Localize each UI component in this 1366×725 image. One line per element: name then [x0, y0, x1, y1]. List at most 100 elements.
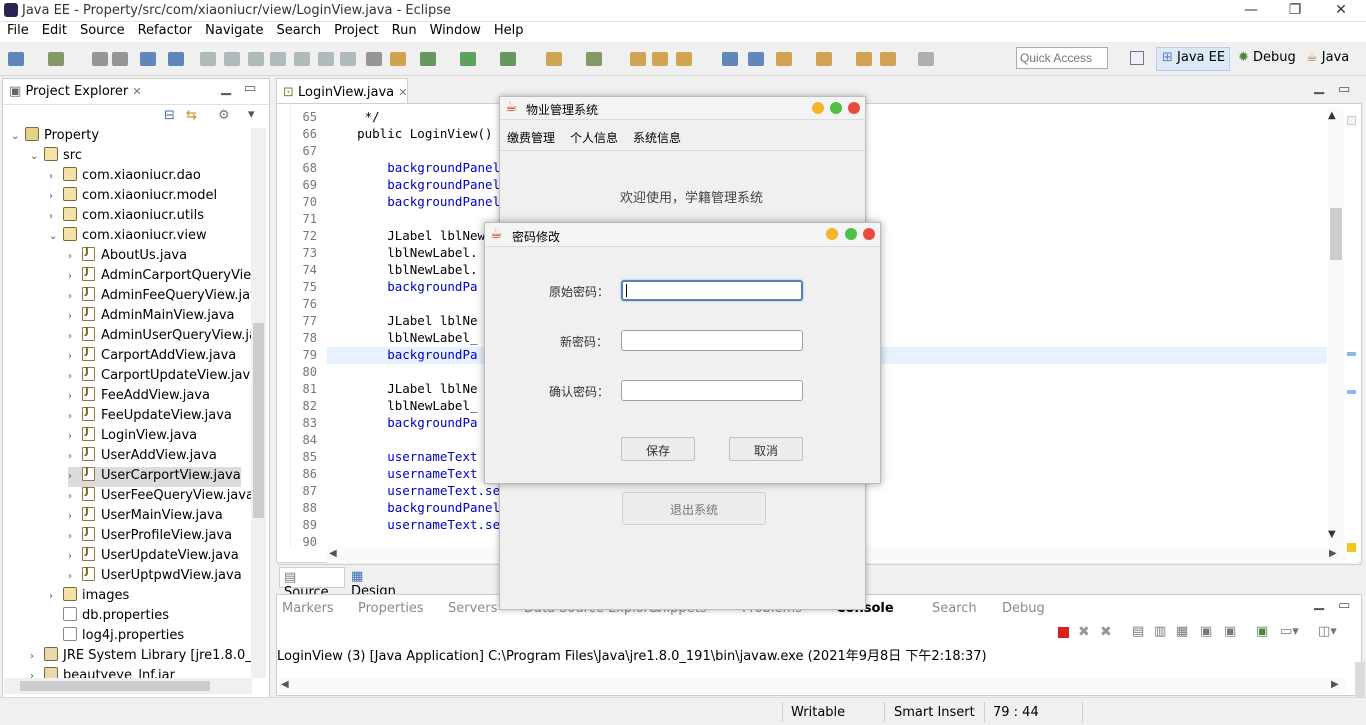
save-icon[interactable] [92, 52, 108, 66]
show-on-error-icon[interactable]: ▣ [1224, 624, 1236, 639]
search-icon[interactable] [748, 52, 764, 66]
tab-design[interactable]: ▦ Design [347, 567, 413, 599]
perspective-java[interactable]: ☕ Java [1306, 50, 1349, 65]
editor-maximize-icon[interactable]: ▭ [1338, 82, 1350, 97]
chevron-right-icon[interactable]: › [49, 591, 63, 602]
tree-item[interactable]: › UserFeeQueryView.java [68, 486, 252, 507]
show-on-output-icon[interactable]: ▣ [1200, 624, 1212, 639]
dialog-maximize-icon[interactable] [845, 228, 857, 240]
run-icon[interactable] [460, 52, 476, 66]
pin-console-icon[interactable]: ▣ [1256, 624, 1268, 639]
minimize-icon[interactable]: — [1241, 2, 1261, 18]
close-icon[interactable]: ✕ [1331, 2, 1351, 18]
menu-navigate[interactable]: Navigate [198, 22, 269, 38]
next-annotation-icon[interactable] [776, 52, 792, 66]
tree-item[interactable]: ⌄ com.xiaoniucr.view [49, 227, 207, 247]
coverage-icon[interactable] [500, 52, 516, 66]
tree-item[interactable]: log4j.properties [49, 627, 184, 647]
tree-item[interactable]: › AdminMainView.java [68, 306, 235, 327]
drop-frame-icon[interactable] [340, 52, 356, 66]
new-password-field[interactable] [621, 330, 803, 351]
app-minimize-icon[interactable] [812, 102, 824, 114]
console-horizontal-scrollbar[interactable]: ◀ ▶ [277, 678, 1347, 694]
tab-project-explorer[interactable]: ▣ Project Explorer ✕ [9, 84, 142, 99]
collapse-all-icon[interactable]: ⊟ [164, 108, 175, 123]
suspend-icon[interactable] [224, 52, 240, 66]
chevron-right-icon[interactable]: › [68, 571, 82, 582]
step-return-icon[interactable] [318, 52, 334, 66]
console-vertical-scrollbar[interactable] [1355, 662, 1365, 698]
remove-launch-icon[interactable]: ✖ [1078, 624, 1090, 640]
save-button[interactable]: 保存 [621, 437, 695, 461]
chevron-right-icon[interactable]: › [68, 491, 82, 502]
chevron-right-icon[interactable]: › [68, 311, 82, 322]
chevron-right-icon[interactable]: › [68, 451, 82, 462]
chevron-right-icon[interactable]: › [68, 251, 82, 262]
menu-refactor[interactable]: Refactor [131, 22, 199, 38]
view-menu-icon[interactable]: ▾ [248, 107, 255, 122]
tree-item[interactable]: ⌄ Property [11, 127, 99, 147]
app-maximize-icon[interactable] [830, 102, 842, 114]
menu-file[interactable]: File [0, 22, 35, 38]
menu-window[interactable]: Window [423, 22, 487, 38]
chevron-right-icon[interactable]: › [68, 411, 82, 422]
menu-source[interactable]: Source [73, 22, 131, 38]
tab-servers[interactable]: Servers [448, 601, 497, 616]
web-browser-icon[interactable] [722, 52, 738, 66]
original-password-field[interactable] [621, 280, 803, 301]
tree-item[interactable]: › UserUptpwdView.java [68, 566, 242, 587]
cancel-button[interactable]: 取消 [729, 437, 803, 461]
open-type-icon[interactable] [676, 52, 692, 66]
tree-item[interactable]: › com.xiaoniucr.utils [49, 207, 204, 227]
chevron-right-icon[interactable]: › [68, 391, 82, 402]
chevron-right-icon[interactable]: › [30, 651, 44, 662]
tree-item[interactable]: › UserMainView.java [68, 506, 223, 527]
menu-personal-info[interactable]: 个人信息 [570, 129, 618, 146]
toggle-mark-icon[interactable] [366, 52, 382, 66]
new-java-project-icon[interactable] [586, 52, 602, 66]
chevron-right-icon[interactable]: › [68, 471, 82, 482]
tab-debug[interactable]: Debug [1002, 601, 1045, 616]
chevron-right-icon[interactable]: › [49, 171, 63, 182]
menu-help[interactable]: Help [487, 22, 530, 38]
filters-icon[interactable]: ⚙ [218, 108, 230, 123]
tab-search[interactable]: Search [932, 601, 977, 616]
open-perspective-icon[interactable] [1130, 51, 1144, 65]
tree-item[interactable]: › LoginView.java [68, 426, 197, 447]
tree-item[interactable]: › AdminCarportQueryView [68, 266, 252, 287]
new-class-icon[interactable] [652, 52, 668, 66]
link-editor-icon[interactable]: ⇆ [186, 108, 197, 123]
tree-item[interactable]: › com.xiaoniucr.model [49, 187, 217, 207]
last-edit-icon[interactable] [856, 52, 872, 66]
menu-fee-management[interactable]: 缴费管理 [507, 129, 555, 146]
confirm-password-field[interactable] [621, 380, 803, 401]
save-all-icon[interactable] [112, 52, 128, 66]
open-console-icon[interactable]: ◫▾ [1318, 624, 1337, 639]
chevron-right-icon[interactable]: › [68, 291, 82, 302]
quick-access-input[interactable] [1016, 47, 1108, 69]
step-over-icon[interactable] [294, 52, 310, 66]
step-into-icon[interactable] [270, 52, 286, 66]
external-tools-icon[interactable] [546, 52, 562, 66]
console-minimize-icon[interactable]: ▁ [1314, 596, 1324, 611]
tree-horizontal-scrollbar[interactable] [4, 678, 252, 694]
tree-item[interactable]: › JRE System Library [jre1.8.0_191 [30, 647, 252, 667]
chevron-down-icon[interactable]: ⌄ [49, 231, 63, 242]
editor-minimize-icon[interactable]: ▁ [1314, 80, 1324, 95]
editor-vertical-scrollbar[interactable]: ▲ ▼ [1328, 108, 1344, 546]
back-icon[interactable] [880, 52, 896, 66]
tree-item[interactable]: › AdminUserQueryView.jav [68, 326, 252, 347]
tree-item[interactable]: › CarportAddView.java [68, 346, 236, 367]
perspective-debug[interactable]: ✹ Debug [1238, 50, 1296, 65]
tab-source[interactable]: ▤ Source [279, 567, 345, 600]
terminate-icon[interactable] [1058, 627, 1069, 638]
tree-item[interactable]: › images [49, 587, 129, 607]
tree-item[interactable]: › UserUpdateView.java [68, 546, 239, 567]
maximize-view-icon[interactable]: ▭ [244, 81, 256, 96]
terminate-icon[interactable] [248, 52, 264, 66]
new-icon[interactable] [8, 52, 24, 66]
tree-item[interactable]: › FeeUpdateView.java [68, 406, 232, 427]
chevron-right-icon[interactable]: › [68, 351, 82, 362]
skip-breakpoints-icon[interactable] [168, 52, 184, 66]
tree-vertical-scrollbar[interactable] [251, 128, 266, 678]
